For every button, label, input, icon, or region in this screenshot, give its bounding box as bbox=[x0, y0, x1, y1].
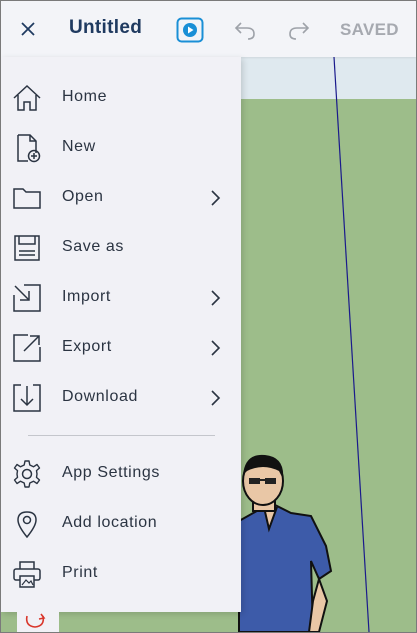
menu-item-download[interactable]: Download bbox=[1, 372, 241, 422]
chevron-right-icon bbox=[211, 340, 221, 356]
menu-item-label: New bbox=[62, 138, 96, 155]
home-icon bbox=[13, 84, 41, 111]
menu-item-label: Import bbox=[62, 288, 111, 305]
menu-divider bbox=[28, 435, 215, 436]
menu-item-label: Export bbox=[62, 338, 112, 355]
printer-icon bbox=[13, 561, 41, 588]
export-icon bbox=[13, 334, 41, 362]
menu-item-label: Add location bbox=[62, 514, 158, 531]
menu-item-label: Print bbox=[62, 564, 98, 581]
menu-item-import[interactable]: Import bbox=[1, 272, 241, 322]
menu-item-print[interactable]: Print bbox=[1, 548, 241, 598]
menu-item-label: Open bbox=[62, 188, 104, 205]
chevron-right-icon bbox=[211, 390, 221, 406]
play-icon[interactable] bbox=[176, 17, 204, 43]
menu-item-add-location[interactable]: Add location bbox=[1, 498, 241, 548]
chevron-right-icon bbox=[211, 290, 221, 306]
download-icon bbox=[13, 384, 41, 412]
folder-icon bbox=[13, 188, 41, 209]
menu-item-open[interactable]: Open bbox=[1, 172, 241, 222]
import-icon bbox=[13, 284, 41, 312]
menu-item-label: App Settings bbox=[62, 464, 160, 481]
menu-item-label: Download bbox=[62, 388, 138, 405]
top-toolbar: Untitled SAVED bbox=[1, 1, 416, 57]
menu-item-label: Save as bbox=[62, 238, 125, 255]
menu-item-export[interactable]: Export bbox=[1, 322, 241, 372]
app-window: Untitled SAVED Home New Open Save as Imp… bbox=[0, 0, 417, 633]
save-status: SAVED bbox=[340, 20, 399, 39]
scale-figure bbox=[238, 454, 333, 632]
location-pin-icon bbox=[17, 511, 37, 539]
orbit-icon bbox=[25, 613, 46, 628]
side-menu: Home New Open Save as Import Export Down… bbox=[1, 57, 241, 612]
menu-item-save-as[interactable]: Save as bbox=[1, 222, 241, 272]
new-file-icon bbox=[17, 134, 41, 163]
orbit-tool-button[interactable] bbox=[17, 612, 59, 632]
menu-item-home[interactable]: Home bbox=[1, 72, 241, 122]
menu-item-app-settings[interactable]: App Settings bbox=[1, 448, 241, 498]
undo-icon[interactable] bbox=[233, 19, 257, 41]
gear-icon bbox=[13, 460, 41, 488]
green-axis-line bbox=[333, 56, 370, 632]
chevron-right-icon bbox=[211, 190, 221, 206]
save-icon bbox=[14, 235, 40, 261]
menu-item-new[interactable]: New bbox=[1, 122, 241, 172]
menu-item-label: Home bbox=[62, 88, 108, 105]
document-title[interactable]: Untitled bbox=[69, 17, 142, 39]
close-icon[interactable] bbox=[17, 18, 39, 40]
redo-icon[interactable] bbox=[287, 19, 311, 41]
